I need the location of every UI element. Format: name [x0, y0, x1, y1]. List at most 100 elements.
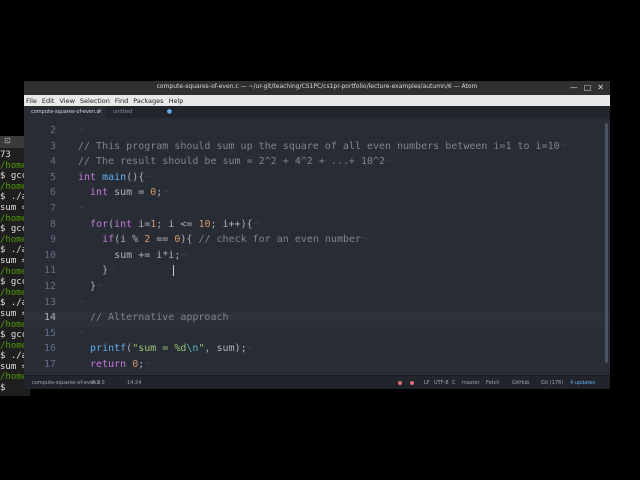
- line-gutter[interactable]: 14: [24, 311, 76, 327]
- invisible-newline-marker: ¬: [361, 234, 368, 246]
- code-text: ¬: [78, 203, 84, 214]
- menu-selection[interactable]: Selection: [80, 97, 110, 105]
- code-token: ; i <=: [156, 218, 199, 230]
- menu-edit[interactable]: Edit: [42, 97, 55, 105]
- invisible-newline-marker: ¬: [78, 296, 85, 308]
- code-line[interactable]: 6 int sum = 0;¬: [24, 186, 610, 202]
- line-gutter[interactable]: 11: [24, 264, 76, 280]
- menu-packages[interactable]: Packages: [133, 97, 163, 105]
- line-gutter[interactable]: 12: [24, 280, 76, 296]
- status-cursor-position[interactable]: 14:24: [127, 380, 141, 386]
- code-text: }¬: [78, 265, 114, 276]
- code-line[interactable]: 8 for(int i=1; i <= 10; i++){¬: [24, 218, 610, 234]
- menu-file[interactable]: File: [26, 97, 37, 105]
- invisible-newline-marker: ¬: [78, 327, 85, 339]
- status-encoding[interactable]: UTF-8: [434, 380, 449, 386]
- terminal-tab[interactable]: ⊡: [0, 136, 24, 148]
- code-token: int: [78, 171, 97, 183]
- code-token: sum =: [108, 187, 151, 199]
- menu-view[interactable]: View: [59, 97, 74, 105]
- menu-find[interactable]: Find: [115, 97, 128, 105]
- code-editor[interactable]: 2 ¬ 3// This program should sum up the squ…: [24, 118, 610, 375]
- atom-window[interactable]: compute-squares-of-even.c — ~/ur-git/tea…: [24, 81, 610, 389]
- code-token: , sum);: [204, 343, 247, 355]
- code-line[interactable]: 5 int main(){¬: [24, 171, 610, 187]
- line-gutter[interactable]: 7: [24, 202, 76, 218]
- line-number: 6: [49, 187, 56, 199]
- status-file-name[interactable]: compute-squares-of-even.c: [32, 380, 100, 386]
- tab-compute-squares[interactable]: compute-squares-of-even.c ×: [24, 106, 106, 118]
- code-line[interactable]: 11 }¬: [24, 264, 610, 280]
- code-text: }¬: [78, 281, 102, 292]
- maximize-icon[interactable]: □: [584, 83, 592, 92]
- line-gutter[interactable]: 17: [24, 358, 76, 374]
- minimize-icon[interactable]: —: [570, 83, 578, 92]
- line-gutter[interactable]: 15: [24, 327, 76, 343]
- code-text: // Alternative approach¬: [78, 312, 235, 323]
- code-line[interactable]: 2 ¬: [24, 124, 610, 140]
- code-token: // check for an even number: [198, 234, 362, 246]
- code-line[interactable]: 12 }¬: [24, 280, 610, 296]
- code-text: int main(){¬: [78, 172, 150, 183]
- line-gutter[interactable]: 2: [24, 124, 76, 140]
- close-tab-icon[interactable]: ×: [97, 108, 102, 115]
- code-line[interactable]: 15 ¬: [24, 327, 610, 343]
- line-number: 5: [49, 171, 56, 183]
- code-text: return 0;¬: [78, 359, 150, 370]
- status-line-ending[interactable]: LF: [424, 380, 430, 386]
- invisible-newline-marker: ¬: [228, 312, 235, 324]
- line-gutter[interactable]: 6: [24, 186, 76, 202]
- code-text: ¬: [78, 125, 84, 136]
- status-diagnostics[interactable]: 0 0 0: [92, 380, 105, 386]
- line-gutter[interactable]: 4: [24, 155, 76, 171]
- line-gutter[interactable]: 8: [24, 218, 76, 234]
- code-text: printf("sum = %d\n", sum);¬: [78, 343, 253, 354]
- code-token: for: [78, 218, 109, 230]
- code-token: }: [78, 281, 97, 292]
- code-line[interactable]: 10 sum += i*i;¬: [24, 249, 610, 265]
- status-updates[interactable]: 4 updates: [570, 380, 595, 386]
- line-gutter[interactable]: 5: [24, 171, 76, 187]
- code-line[interactable]: 3 // This program should sum up the squar…: [24, 140, 610, 156]
- invisible-newline-marker: ¬: [144, 359, 151, 370]
- code-token: ==: [150, 234, 175, 246]
- line-gutter[interactable]: 16: [24, 342, 76, 358]
- status-git[interactable]: Git (176): [541, 380, 563, 386]
- code-text: // The result should be sum = 2^2 + 4^2 …: [78, 156, 391, 167]
- status-github[interactable]: GitHub: [512, 380, 529, 386]
- line-gutter[interactable]: 13: [24, 296, 76, 312]
- menu-help[interactable]: Help: [169, 97, 184, 105]
- code-text: // This program should sum up the square…: [78, 141, 566, 152]
- status-grammar[interactable]: C: [452, 380, 456, 386]
- code-token: \n: [186, 343, 199, 355]
- code-line[interactable]: 13 ¬: [24, 296, 610, 312]
- line-number: 12: [43, 281, 56, 292]
- code-token: int: [78, 187, 109, 199]
- status-fetch[interactable]: Fetch: [486, 380, 500, 386]
- vertical-scrollbar[interactable]: [605, 123, 608, 363]
- line-number: 10: [43, 249, 56, 261]
- tab-untitled[interactable]: untitled ●: [106, 106, 176, 118]
- line-gutter[interactable]: 3: [24, 140, 76, 156]
- line-gutter[interactable]: 9: [24, 233, 76, 249]
- status-branch[interactable]: master: [462, 380, 480, 386]
- invisible-newline-marker: ¬: [252, 218, 259, 230]
- line-number: 17: [43, 359, 56, 370]
- line-gutter[interactable]: 10: [24, 249, 76, 265]
- code-line[interactable]: 16 printf("sum = %d\n", sum);¬: [24, 342, 610, 358]
- tab-label: compute-squares-of-even.c: [31, 109, 100, 115]
- code-line[interactable]: 7 ¬: [24, 202, 610, 218]
- code-text: ¬: [78, 328, 84, 339]
- line-number: 9: [49, 234, 56, 246]
- code-line[interactable]: 4 // The result should be sum = 2^2 + 4^2…: [24, 155, 610, 171]
- code-token: (i %: [114, 234, 145, 246]
- code-line[interactable]: 17 return 0;¬: [24, 358, 610, 374]
- code-line[interactable]: 14 // Alternative approach¬: [24, 311, 610, 327]
- title-bar[interactable]: compute-squares-of-even.c — ~/ur-git/tea…: [24, 81, 610, 95]
- invisible-newline-marker: ¬: [180, 249, 187, 261]
- code-text: ¬: [78, 297, 84, 308]
- invisible-newline-marker: ¬: [108, 265, 115, 277]
- code-line[interactable]: 9 if(i % 2 == 0){ // check for an even n…: [24, 233, 610, 249]
- close-icon[interactable]: ✕: [597, 83, 604, 92]
- error-dot-icon: [410, 381, 414, 385]
